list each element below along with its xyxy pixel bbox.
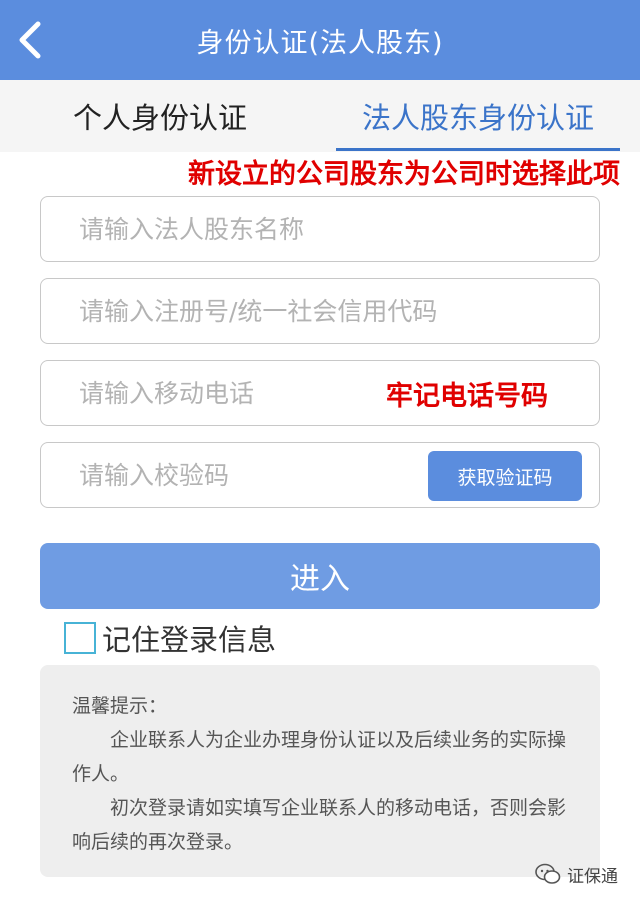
tips-panel: 温馨提示： 企业联系人为企业办理身份认证以及后续业务的实际操作人。 初次登录请如… bbox=[40, 665, 600, 877]
remember-login[interactable]: 记住登录信息 bbox=[64, 618, 276, 658]
wechat-icon bbox=[535, 863, 561, 885]
tips-line-1: 企业联系人为企业办理身份认证以及后续业务的实际操作人。 bbox=[72, 729, 567, 785]
corporate-annotation: 新设立的公司股东为公司时选择此项 bbox=[188, 159, 620, 190]
company-name-input[interactable] bbox=[40, 196, 600, 262]
watermark: 证保通 bbox=[535, 860, 618, 888]
back-button[interactable] bbox=[10, 18, 50, 62]
tab-personal-auth[interactable]: 个人身份认证 bbox=[40, 80, 280, 152]
registration-number-input[interactable] bbox=[40, 278, 600, 344]
get-code-button[interactable]: 获取验证码 bbox=[428, 451, 582, 501]
active-tab-indicator bbox=[336, 148, 620, 151]
submit-button[interactable]: 进入 bbox=[40, 543, 600, 609]
page-title: 身份认证(法人股东) bbox=[196, 27, 444, 59]
tab-bar: 个人身份认证 法人股东身份认证 bbox=[0, 80, 640, 152]
remember-checkbox[interactable] bbox=[64, 622, 96, 654]
watermark-text: 证保通 bbox=[567, 866, 618, 887]
app-header: 身份认证(法人股东) bbox=[0, 0, 640, 80]
tips-title: 温馨提示： bbox=[72, 695, 168, 717]
tips-line-2: 初次登录请如实填写企业联系人的移动电话，否则会影响后续的再次登录。 bbox=[72, 797, 567, 853]
remember-label: 记住登录信息 bbox=[102, 623, 277, 657]
chevron-left-icon bbox=[19, 21, 41, 59]
tab-corporate-shareholder-auth[interactable]: 法人股东身份认证 bbox=[336, 80, 620, 152]
phone-annotation: 牢记电话号码 bbox=[386, 381, 548, 412]
